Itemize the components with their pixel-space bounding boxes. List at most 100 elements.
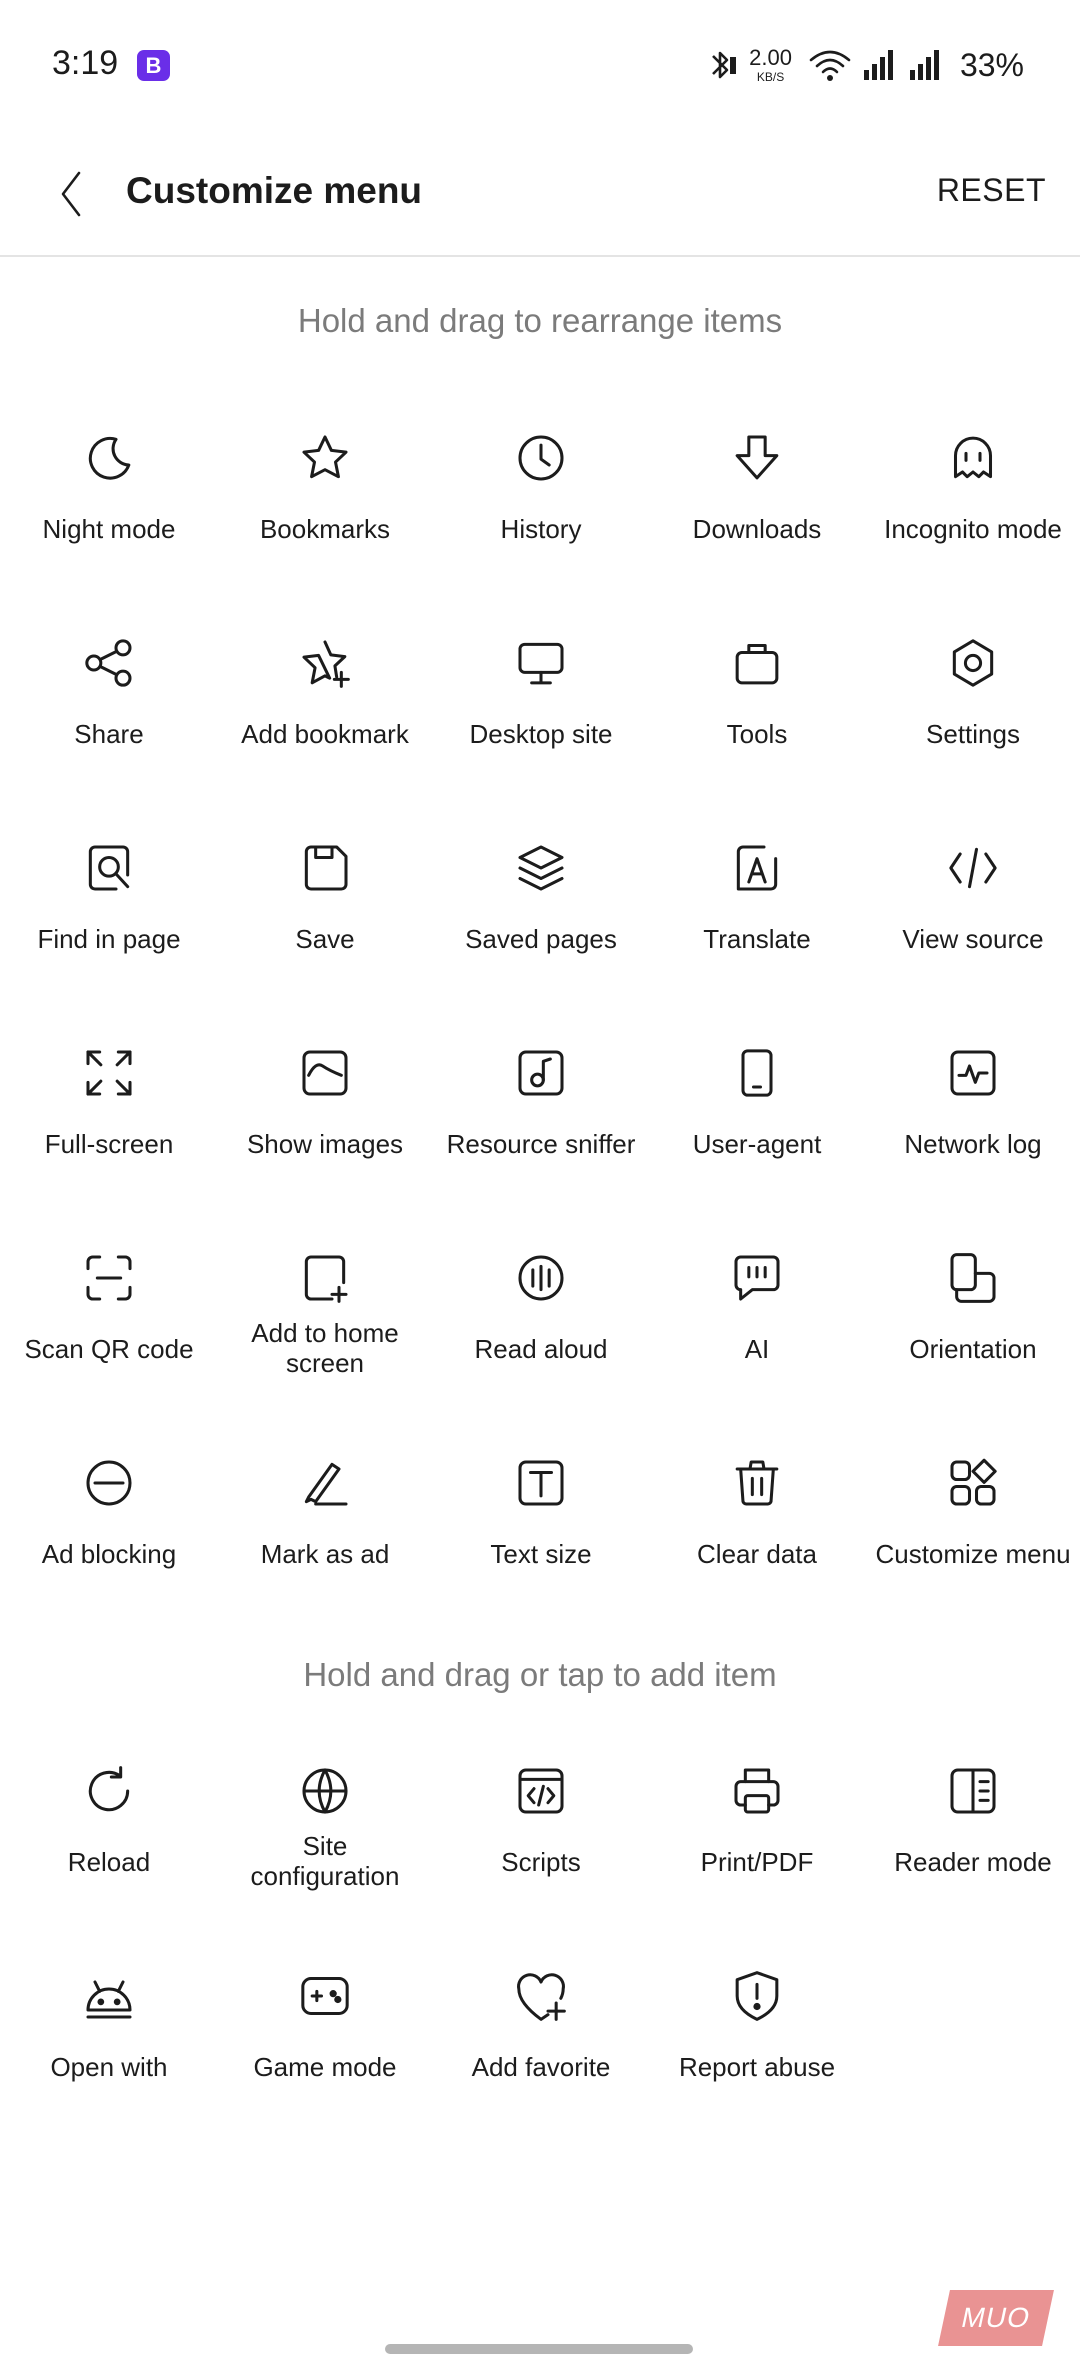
menu-item-customize-menu[interactable]: Customize menu [865, 1425, 1080, 1615]
menu-item-incognito-mode[interactable]: Incognito mode [865, 400, 1080, 590]
menu-item-label: Scripts [501, 1847, 581, 1877]
menu-item-desktop-site[interactable]: Desktop site [433, 605, 649, 795]
menu-item-scripts[interactable]: Scripts [433, 1733, 649, 1923]
menu-item-full-screen[interactable]: Full-screen [1, 1015, 217, 1205]
menu-item-text-size[interactable]: Text size [433, 1425, 649, 1615]
app-notification-icon: B [137, 50, 170, 81]
menu-item-label: Scan QR code [24, 1334, 194, 1364]
menu-item-orientation[interactable]: Orientation [865, 1220, 1080, 1410]
image-icon [295, 1043, 355, 1103]
android-icon [79, 1966, 139, 2026]
menu-item-label: Desktop site [469, 719, 613, 749]
back-button[interactable] [36, 158, 108, 230]
menu-item-label: Game mode [253, 2052, 397, 2082]
block-icon [79, 1453, 139, 1513]
menu-item-downloads[interactable]: Downloads [649, 400, 865, 590]
reset-button[interactable]: RESET [937, 172, 1046, 209]
menu-item-label: Network log [904, 1129, 1042, 1159]
menu-item-label: View source [902, 924, 1044, 954]
menu-item-label: Add to home screen [251, 1318, 399, 1378]
music-note-icon [511, 1043, 571, 1103]
menu-item-site-configuration[interactable]: Site configuration [217, 1733, 433, 1923]
network-speed-value: 2.00 [749, 45, 792, 70]
menu-item-reload[interactable]: Reload [1, 1733, 217, 1923]
app-toolbar: Customize menu RESET [0, 130, 1080, 257]
menu-item-label: Saved pages [465, 924, 617, 954]
rotate-screen-icon [943, 1248, 1003, 1308]
translate-icon [727, 838, 787, 898]
menu-item-label: Clear data [697, 1539, 817, 1569]
menu-item-ad-blocking[interactable]: Ad blocking [1, 1425, 217, 1615]
printer-icon [727, 1761, 787, 1821]
menu-item-view-source[interactable]: View source [865, 810, 1080, 1000]
menu-item-label: AI [744, 1334, 770, 1364]
reload-icon [79, 1761, 139, 1821]
menu-item-night-mode[interactable]: Night mode [1, 400, 217, 590]
menu-item-translate[interactable]: Translate [649, 810, 865, 1000]
find-in-page-icon [79, 838, 139, 898]
menu-item-show-images[interactable]: Show images [217, 1015, 433, 1205]
menu-item-clear-data[interactable]: Clear data [649, 1425, 865, 1615]
menu-item-find-in-page[interactable]: Find in page [1, 810, 217, 1000]
menu-item-game-mode[interactable]: Game mode [217, 1938, 433, 2128]
add-item-caption: Hold and drag or tap to add item [303, 1656, 777, 1693]
status-bar: 3:19 B 2.00 KB/S 33% [0, 0, 1080, 130]
menu-item-network-log[interactable]: Network log [865, 1015, 1080, 1205]
menu-item-reader-mode[interactable]: Reader mode [865, 1733, 1080, 1923]
shield-alert-icon [727, 1966, 787, 2026]
phone-icon [727, 1043, 787, 1103]
menu-item-add-to-home-screen[interactable]: Add to home screen [217, 1220, 433, 1410]
floppy-icon [295, 838, 355, 898]
menu-item-label: Full-screen [44, 1129, 174, 1159]
menu-item-bookmarks[interactable]: Bookmarks [217, 400, 433, 590]
menu-item-label: Settings [926, 719, 1020, 749]
battery-level: 33% [959, 46, 1024, 83]
menu-item-label: Mark as ad [260, 1539, 390, 1569]
menu-item-label: Print/PDF [700, 1847, 814, 1877]
menu-item-label: Report abuse [678, 2052, 836, 2082]
menu-item-scan-qr-code[interactable]: Scan QR code [1, 1220, 217, 1410]
menu-item-label: Add bookmark [241, 719, 409, 749]
script-window-icon [511, 1761, 571, 1821]
menu-item-ai[interactable]: AI [649, 1220, 865, 1410]
briefcase-icon [727, 633, 787, 693]
page-title: Customize menu [126, 170, 423, 211]
menu-item-label: Tools [726, 719, 788, 749]
menu-item-label: Site configuration [250, 1831, 400, 1891]
menu-item-label: Save [295, 924, 355, 954]
menu-item-label: Find in page [37, 924, 181, 954]
chat-bubble-icon [727, 1248, 787, 1308]
trash-icon [727, 1453, 787, 1513]
home-indicator[interactable] [385, 2344, 693, 2354]
menu-item-add-favorite[interactable]: Add favorite [433, 1938, 649, 2128]
menu-item-mark-as-ad[interactable]: Mark as ad [217, 1425, 433, 1615]
cell-signal-icon [862, 48, 898, 82]
menu-item-resource-sniffer[interactable]: Resource sniffer [433, 1015, 649, 1205]
add-to-home-icon [295, 1248, 355, 1308]
audio-wave-icon [511, 1248, 571, 1308]
menu-item-settings[interactable]: Settings [865, 605, 1080, 795]
hexagon-gear-icon [943, 633, 1003, 693]
menu-item-report-abuse[interactable]: Report abuse [649, 1938, 865, 2128]
menu-item-save[interactable]: Save [217, 810, 433, 1000]
menu-item-label: Read aloud [474, 1334, 608, 1364]
menu-item-user-agent[interactable]: User-agent [649, 1015, 865, 1205]
menu-item-add-bookmark[interactable]: Add bookmark [217, 605, 433, 795]
menu-item-read-aloud[interactable]: Read aloud [433, 1220, 649, 1410]
heart-plus-icon [511, 1966, 571, 2026]
text-size-icon [511, 1453, 571, 1513]
menu-item-label: Resource sniffer [446, 1129, 636, 1159]
menu-item-tools[interactable]: Tools [649, 605, 865, 795]
menu-item-history[interactable]: History [433, 400, 649, 590]
menu-item-label: Add favorite [471, 2052, 611, 2082]
menu-item-print-pdf[interactable]: Print/PDF [649, 1733, 865, 1923]
menu-item-share[interactable]: Share [1, 605, 217, 795]
menu-item-open-with[interactable]: Open with [1, 1938, 217, 2128]
globe-icon [295, 1761, 355, 1821]
menu-item-saved-pages[interactable]: Saved pages [433, 810, 649, 1000]
rearrange-caption: Hold and drag to rearrange items [297, 302, 783, 339]
scan-icon [79, 1248, 139, 1308]
menu-item-label: Share [74, 719, 144, 749]
pulse-icon [943, 1043, 1003, 1103]
star-plus-icon [295, 633, 355, 693]
